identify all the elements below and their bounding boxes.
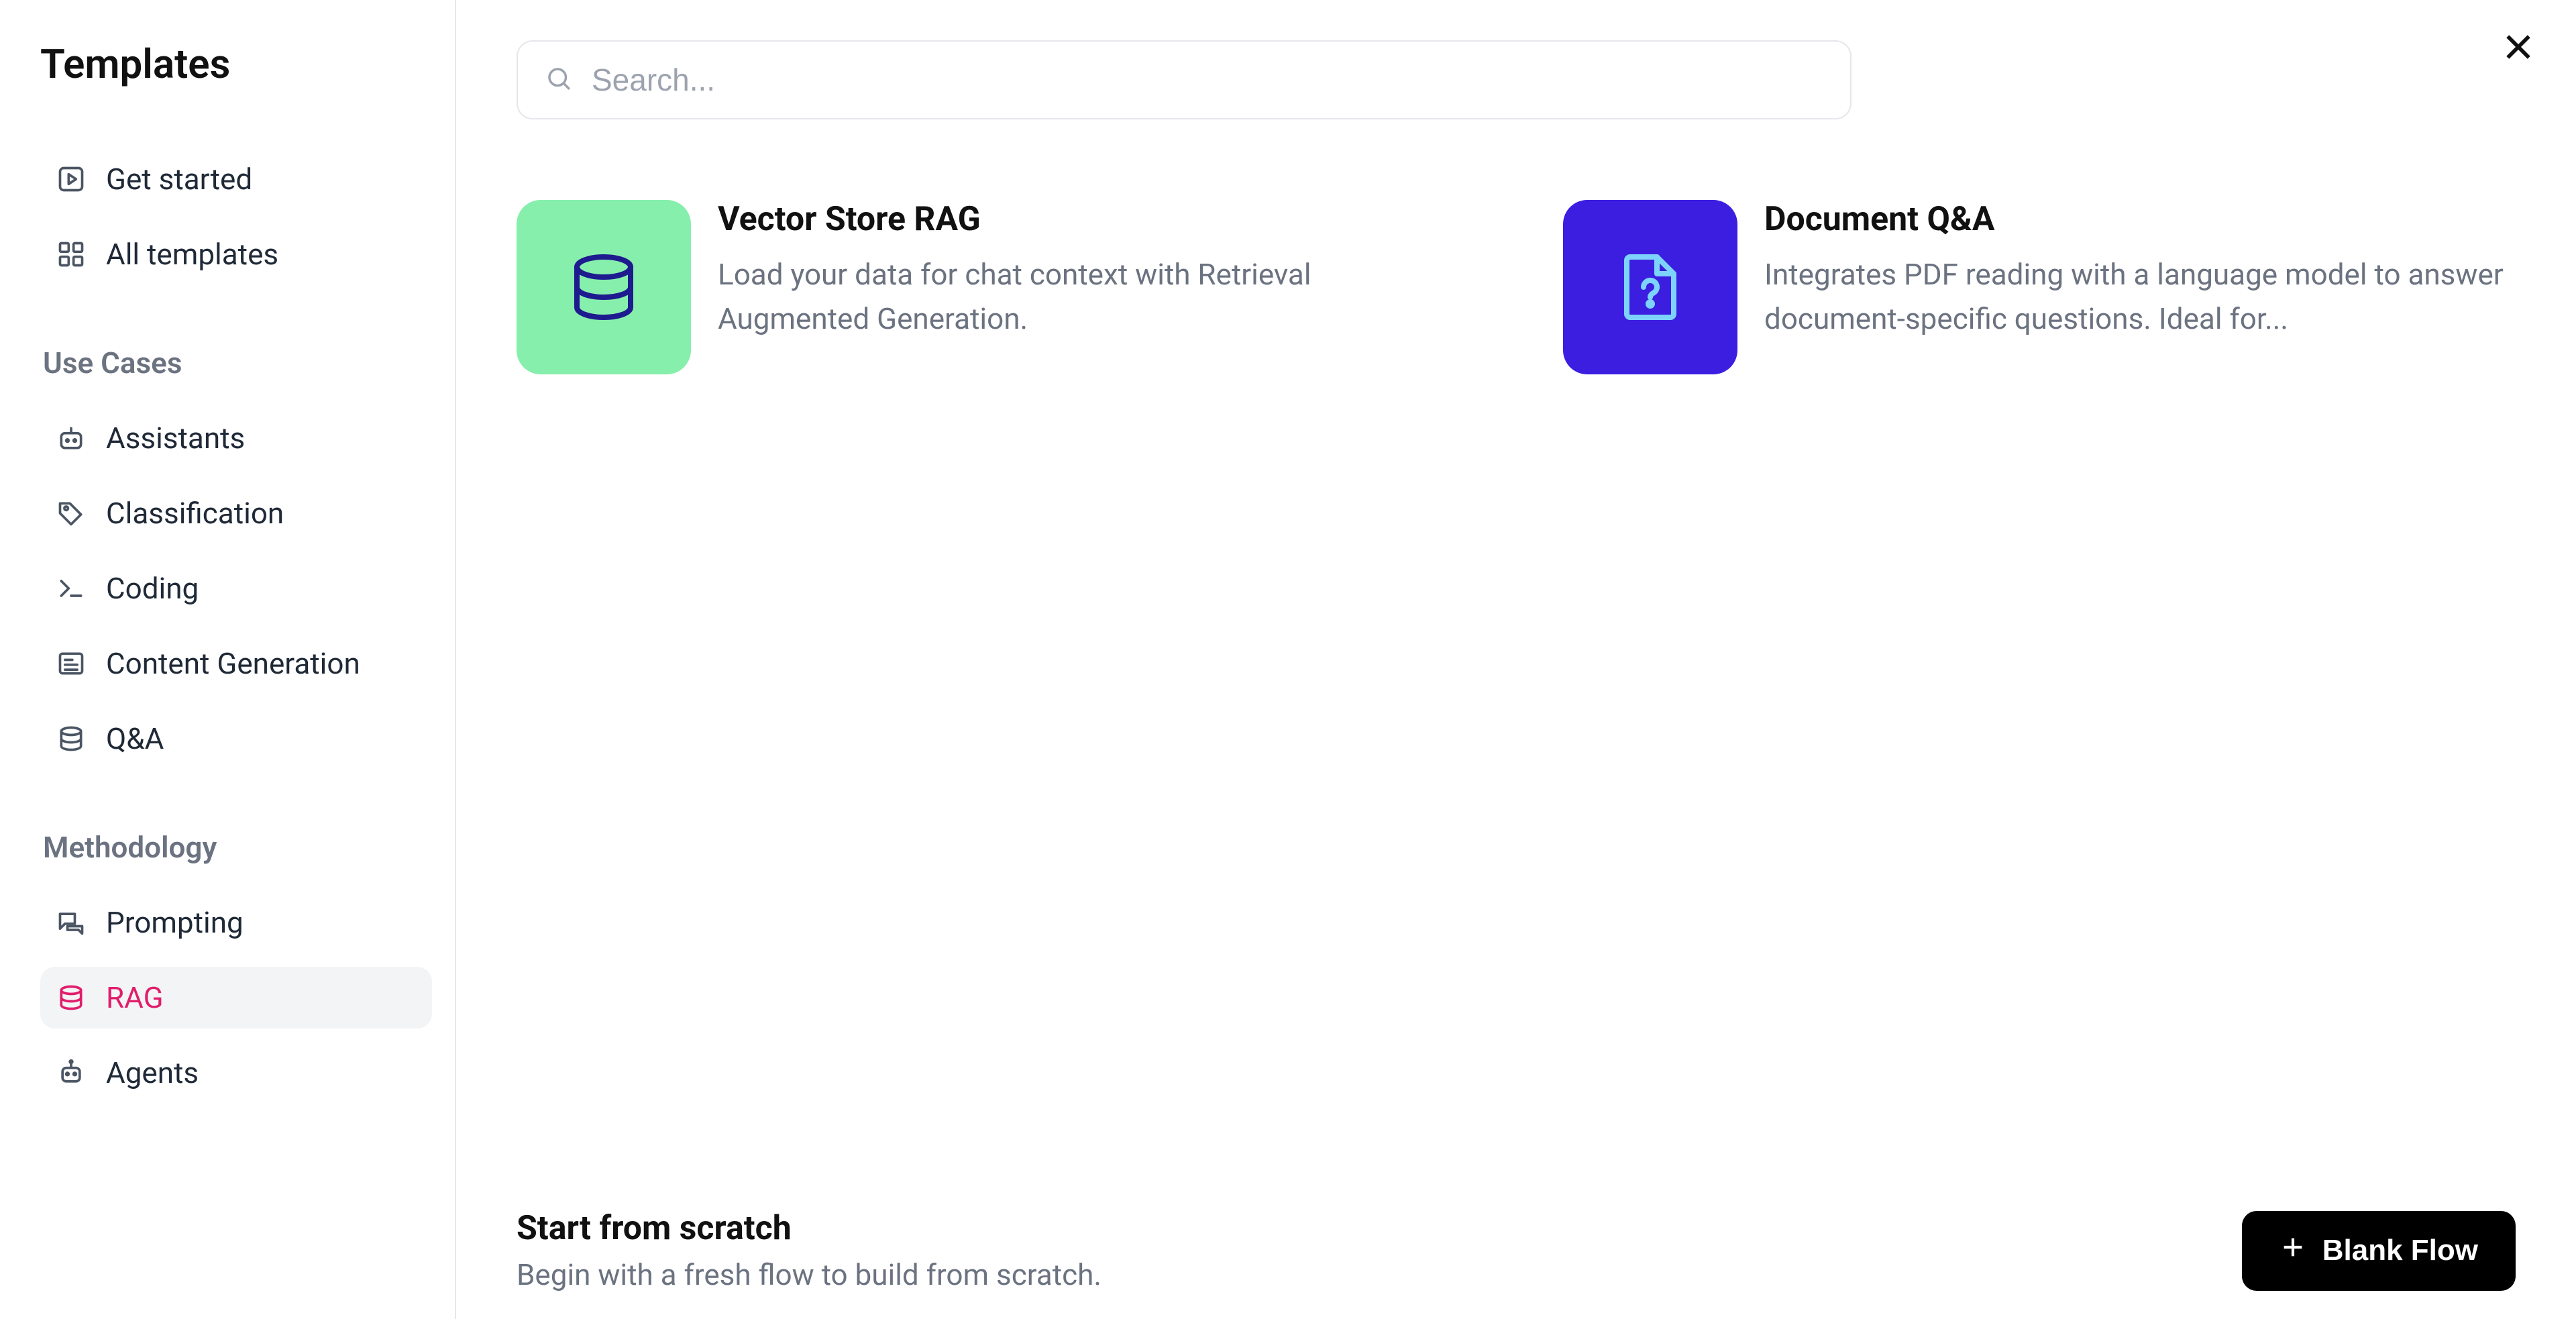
search-bar[interactable] [517, 40, 1851, 119]
nav-group-use-cases: Use Cases Assistants Classification Codi… [40, 346, 432, 783]
bot-icon [56, 423, 86, 453]
blank-flow-button[interactable]: Blank Flow [2242, 1211, 2516, 1291]
sidebar-item-classification[interactable]: Classification [40, 482, 432, 544]
sidebar-item-rag[interactable]: RAG [40, 967, 432, 1028]
news-icon [56, 649, 86, 678]
template-card-vector-store-rag[interactable]: Vector Store RAG Load your data for chat… [517, 200, 1469, 374]
card-desc: Load your data for chat context with Ret… [718, 252, 1469, 341]
template-cards: Vector Store RAG Load your data for chat… [517, 200, 2516, 374]
footer-subtitle: Begin with a fresh flow to build from sc… [517, 1257, 1102, 1292]
nav-item-label: Get started [106, 162, 252, 197]
nav-item-label: Q&A [106, 721, 164, 756]
main-content: Vector Store RAG Load your data for chat… [456, 0, 2576, 1319]
card-icon-file-question [1563, 200, 1737, 374]
nav-group-title: Methodology [40, 830, 432, 865]
close-button[interactable] [2498, 27, 2538, 67]
database-icon [56, 724, 86, 753]
sidebar-item-agents[interactable]: Agents [40, 1042, 432, 1104]
sidebar-item-content-generation[interactable]: Content Generation [40, 633, 432, 694]
nav-item-label: Agents [106, 1055, 199, 1090]
sidebar-item-all-templates[interactable]: All templates [40, 223, 432, 285]
play-square-icon [56, 164, 86, 194]
nav-group-title: Use Cases [40, 346, 432, 380]
terminal-icon [56, 574, 86, 603]
sidebar: Templates Get started All templates Use … [0, 0, 456, 1319]
sidebar-item-coding[interactable]: Coding [40, 558, 432, 619]
nav-item-label: All templates [106, 237, 278, 272]
footer: Start from scratch Begin with a fresh fl… [517, 1182, 2516, 1292]
grid-icon [56, 240, 86, 269]
sidebar-item-get-started[interactable]: Get started [40, 148, 432, 210]
chat-icon [56, 908, 86, 937]
sidebar-item-prompting[interactable]: Prompting [40, 892, 432, 953]
nav-item-label: Content Generation [106, 646, 360, 681]
plus-icon [2279, 1234, 2306, 1268]
sidebar-item-qa[interactable]: Q&A [40, 708, 432, 770]
nav-item-label: Assistants [106, 421, 245, 456]
search-input[interactable] [592, 62, 1823, 98]
button-label: Blank Flow [2322, 1234, 2478, 1267]
nav-item-label: RAG [106, 980, 164, 1015]
sidebar-item-assistants[interactable]: Assistants [40, 407, 432, 469]
nav-item-label: Coding [106, 571, 199, 606]
nav-item-label: Classification [106, 496, 284, 531]
card-title: Document Q&A [1764, 200, 2516, 239]
tag-icon [56, 498, 86, 528]
template-card-document-qa[interactable]: Document Q&A Integrates PDF reading with… [1563, 200, 2516, 374]
footer-title: Start from scratch [517, 1209, 1102, 1248]
nav-item-label: Prompting [106, 905, 244, 940]
card-title: Vector Store RAG [718, 200, 1469, 239]
database-icon [56, 983, 86, 1012]
card-icon-database [517, 200, 691, 374]
card-desc: Integrates PDF reading with a language m… [1764, 252, 2516, 341]
sidebar-title: Templates [40, 40, 432, 88]
search-icon [545, 64, 573, 95]
nav-group-top: Get started All templates [40, 148, 432, 299]
nav-group-methodology: Methodology Prompting RAG Agents [40, 830, 432, 1117]
bot-icon [56, 1058, 86, 1088]
